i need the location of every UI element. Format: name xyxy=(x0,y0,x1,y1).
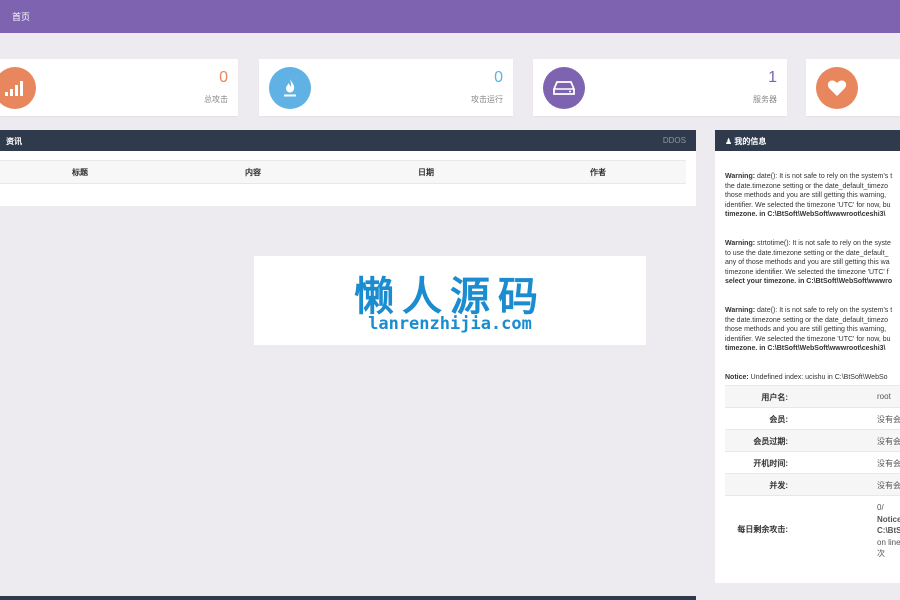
stat-card-total-attacks: 0 总攻击 xyxy=(0,59,238,116)
info-value: 没有会 xyxy=(877,481,900,490)
stat-value: 0 xyxy=(494,69,503,86)
news-panel-tag: DDOS xyxy=(662,136,686,145)
news-panel-body: 标题 内容 日期 作者 xyxy=(0,151,696,206)
info-key: 会员过期: xyxy=(753,437,788,446)
info-value: 0/ Notice C:\BtS on line 次 xyxy=(877,503,900,558)
stat-card-running-attacks: 0 攻击运行 xyxy=(259,59,513,116)
info-value: 没有会 xyxy=(877,437,900,446)
info-row-daily-remaining: 每日剩余攻击: 0/ Notice C:\BtS on line 次 xyxy=(725,495,900,561)
info-key: 每日剩余攻击: xyxy=(737,525,788,534)
info-row-concurrency: 并发: 没有会 xyxy=(725,473,900,495)
bottom-panel-header xyxy=(0,596,696,600)
top-header-bar: 首页 xyxy=(0,0,900,33)
signal-bars-icon xyxy=(0,67,36,109)
php-warning-block: Warning: date(): It is not safe to rely … xyxy=(725,307,893,352)
stat-label: 攻击运行 xyxy=(471,95,503,104)
info-panel-header: ♟ 我的信息 xyxy=(715,130,900,151)
info-key: 会员: xyxy=(769,415,788,424)
column-header: 作者 xyxy=(590,168,606,177)
news-panel-title: 资讯 xyxy=(6,137,22,146)
heart-icon xyxy=(816,67,858,109)
stat-card-servers: 1 服务器 xyxy=(533,59,787,116)
info-row-membership-expiry: 会员过期: 没有会 xyxy=(725,429,900,451)
news-panel-header: 资讯 DDOS xyxy=(0,130,696,151)
info-key: 用户名: xyxy=(761,393,788,402)
column-header: 内容 xyxy=(245,168,261,177)
info-value: 没有会 xyxy=(877,459,900,468)
column-header: 日期 xyxy=(418,168,434,177)
stat-value: 0 xyxy=(219,69,228,86)
watermark-url: lanrenzhijia.com xyxy=(368,314,532,334)
user-icon: ♟ xyxy=(725,137,733,146)
fire-icon xyxy=(269,67,311,109)
stat-label: 总攻击 xyxy=(204,95,228,104)
info-row-boot-time: 开机时间: 没有会 xyxy=(725,451,900,473)
info-value: 没有会 xyxy=(877,415,900,424)
info-value: root xyxy=(877,392,891,401)
server-icon xyxy=(543,67,585,109)
info-panel-body: Warning: date(): It is not safe to rely … xyxy=(715,151,900,583)
php-warning-block: Warning: strtotime(): It is not safe to … xyxy=(725,240,893,285)
stat-value: 1 xyxy=(768,69,777,86)
info-row-username: 用户名: root xyxy=(725,385,900,407)
breadcrumb-home[interactable]: 首页 xyxy=(12,10,30,23)
info-panel-title: ♟ 我的信息 xyxy=(725,137,767,146)
info-key: 并发: xyxy=(769,481,788,490)
php-notice-block: Notice: Undefined index: ucishu in C:\Bt… xyxy=(725,374,888,381)
info-key: 开机时间: xyxy=(753,459,788,468)
column-header: 标题 xyxy=(72,168,88,177)
news-table-header: 标题 内容 日期 作者 xyxy=(0,160,686,184)
stat-card-favorites xyxy=(806,59,900,116)
watermark-logo: 懒人源码 lanrenzhijia.com xyxy=(254,256,646,345)
php-warning-block: Warning: date(): It is not safe to rely … xyxy=(725,173,893,218)
info-row-membership: 会员: 没有会 xyxy=(725,407,900,429)
stat-label: 服务器 xyxy=(753,95,777,104)
